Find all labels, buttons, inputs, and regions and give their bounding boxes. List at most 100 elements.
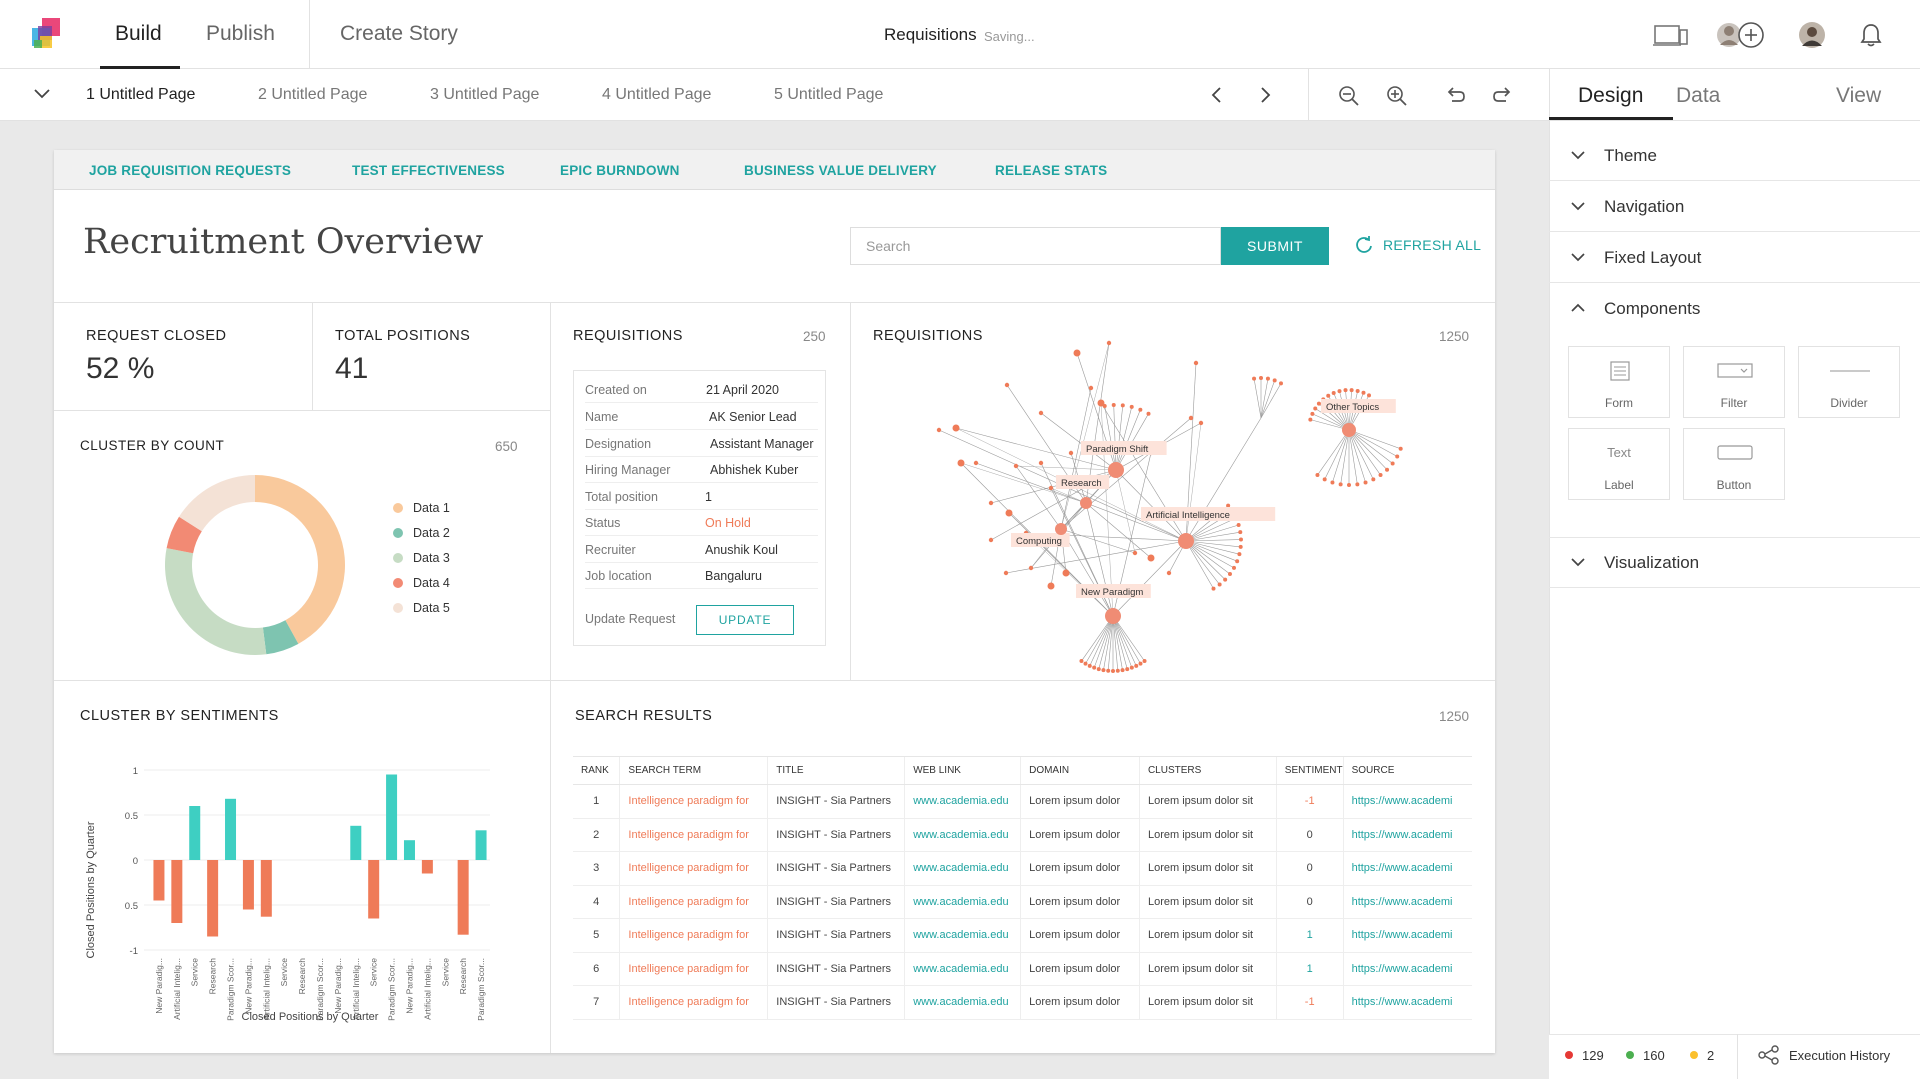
sentiment-bar[interactable]	[457, 860, 469, 935]
network-leaf-node[interactable]	[1315, 473, 1320, 478]
chevron-left-icon[interactable]	[1210, 85, 1224, 105]
component-divider[interactable]: Divider	[1798, 346, 1900, 418]
web-link-cell[interactable]: www.academia.edu	[904, 818, 1021, 852]
network-leaf-node[interactable]	[1120, 668, 1125, 673]
network-leaf-node[interactable]	[1367, 393, 1371, 398]
network-node[interactable]	[1038, 460, 1044, 466]
network-node[interactable]	[988, 500, 994, 506]
undo-icon[interactable]	[1444, 85, 1466, 105]
network-leaf-node[interactable]	[1217, 582, 1222, 587]
network-hub-node[interactable]	[1342, 423, 1356, 437]
nav-job-requisition-requests[interactable]: JOB REQUISITION REQUESTS	[89, 163, 291, 178]
submit-button[interactable]: SUBMIT	[1221, 227, 1329, 265]
network-leaf-node[interactable]	[1355, 388, 1360, 393]
network-leaf-node[interactable]	[1235, 559, 1240, 564]
nav-release-stats[interactable]: RELEASE STATS	[995, 163, 1107, 178]
network-leaf-node[interactable]	[1308, 417, 1313, 422]
network-leaf-node[interactable]	[1349, 388, 1354, 393]
network-leaf-node[interactable]	[1252, 376, 1257, 381]
network-leaf-node[interactable]	[1238, 537, 1243, 542]
column-header-rank[interactable]: RANK	[573, 756, 620, 785]
network-leaf-node[interactable]	[1390, 461, 1395, 466]
column-header-source[interactable]: SOURCE	[1342, 756, 1472, 785]
network-leaf-node[interactable]	[1079, 659, 1084, 664]
donut-slice-1[interactable]	[255, 475, 345, 644]
table-row[interactable]: 4 Intelligence paradigm for INSIGHT - Sia …	[573, 885, 1472, 919]
column-header-title[interactable]: TITLE	[767, 756, 905, 785]
error-count[interactable]: 129	[1565, 1048, 1604, 1063]
tab-data[interactable]: Data	[1676, 84, 1720, 108]
network-leaf-node[interactable]	[1096, 667, 1101, 672]
refresh-icon[interactable]	[1354, 235, 1374, 255]
network-leaf-node[interactable]	[1101, 668, 1106, 673]
network-hub-node[interactable]	[1108, 462, 1124, 478]
sentiment-bar[interactable]	[225, 798, 237, 860]
network-leaf-node[interactable]	[1338, 482, 1343, 487]
network-node[interactable]	[1088, 385, 1094, 391]
app-logo[interactable]	[32, 18, 66, 52]
redo-icon[interactable]	[1492, 85, 1514, 105]
tab-view[interactable]: View	[1836, 84, 1881, 108]
network-node[interactable]	[1048, 485, 1054, 491]
network-leaf-node[interactable]	[1313, 406, 1318, 411]
network-node[interactable]	[1073, 349, 1081, 357]
column-header-search-term[interactable]: SEARCH TERM	[619, 756, 768, 785]
zoom-in-icon[interactable]	[1386, 85, 1408, 107]
accordion-visualization[interactable]: Visualization	[1549, 538, 1920, 588]
network-node[interactable]	[1062, 569, 1070, 577]
network-hub-node[interactable]	[1055, 523, 1067, 535]
update-button[interactable]: UPDATE	[696, 605, 794, 635]
network-leaf-node[interactable]	[1134, 663, 1139, 668]
network-leaf-node[interactable]	[1279, 381, 1283, 386]
device-preview-icon[interactable]	[1653, 24, 1689, 48]
tab-create-story[interactable]: Create Story	[340, 22, 458, 46]
nav-test-effectiveness[interactable]: TEST EFFECTIVENESS	[352, 163, 505, 178]
network-node[interactable]	[1193, 360, 1199, 366]
page-tab-2[interactable]: 2 Untitled Page	[258, 86, 367, 104]
nav-epic-burndown[interactable]: EPIC BURNDOWN	[560, 163, 680, 178]
network-leaf-node[interactable]	[1385, 467, 1390, 472]
network-leaf-node[interactable]	[1378, 473, 1383, 478]
network-leaf-node[interactable]	[1371, 477, 1376, 482]
network-leaf-node[interactable]	[1125, 667, 1130, 672]
notification-bell-icon[interactable]	[1860, 22, 1882, 48]
sentiment-bar[interactable]	[207, 860, 219, 937]
network-leaf-node[interactable]	[1106, 668, 1111, 673]
component-form[interactable]: Form	[1568, 346, 1670, 418]
network-leaf-node[interactable]	[1238, 544, 1243, 549]
source-cell[interactable]: https://www.academi	[1342, 784, 1472, 819]
add-collaborator-icon[interactable]	[1715, 20, 1767, 50]
accordion-fixed-layout[interactable]: Fixed Layout	[1549, 233, 1920, 283]
network-leaf-node[interactable]	[1395, 454, 1400, 459]
network-node[interactable]	[1166, 570, 1172, 576]
network-node[interactable]	[973, 460, 979, 466]
network-leaf-node[interactable]	[1083, 661, 1088, 666]
sentiment-bar[interactable]	[403, 840, 415, 860]
network-leaf-node[interactable]	[1265, 376, 1270, 381]
warning-count[interactable]: 2	[1690, 1048, 1714, 1063]
network-leaf-node[interactable]	[1347, 483, 1351, 487]
network-leaf-node[interactable]	[1363, 480, 1368, 485]
sentiment-bar[interactable]	[153, 860, 165, 901]
donut-slice-3[interactable]	[165, 548, 267, 655]
network-leaf-node[interactable]	[1272, 378, 1277, 383]
network-leaf-node[interactable]	[1398, 446, 1403, 451]
network-hub-node[interactable]	[1080, 497, 1092, 509]
network-node[interactable]	[1147, 554, 1155, 562]
component-button[interactable]: Button	[1683, 428, 1785, 500]
web-link-cell[interactable]: www.academia.edu	[904, 885, 1021, 919]
network-leaf-node[interactable]	[1259, 376, 1263, 380]
network-leaf-node[interactable]	[1138, 661, 1143, 666]
page-tab-5[interactable]: 5 Untitled Page	[774, 86, 883, 104]
sentiment-bar[interactable]	[475, 830, 487, 860]
network-leaf-node[interactable]	[1231, 565, 1236, 570]
component-label[interactable]: Text Label	[1568, 428, 1670, 500]
network-node[interactable]	[952, 424, 960, 432]
network-leaf-node[interactable]	[1310, 411, 1315, 416]
success-count[interactable]: 160	[1626, 1048, 1665, 1063]
sentiment-bar[interactable]	[260, 860, 272, 917]
web-link-cell[interactable]: www.academia.edu	[904, 952, 1021, 986]
tab-publish[interactable]: Publish	[206, 22, 275, 46]
tab-design[interactable]: Design	[1578, 84, 1643, 108]
network-leaf-node[interactable]	[1120, 403, 1125, 408]
